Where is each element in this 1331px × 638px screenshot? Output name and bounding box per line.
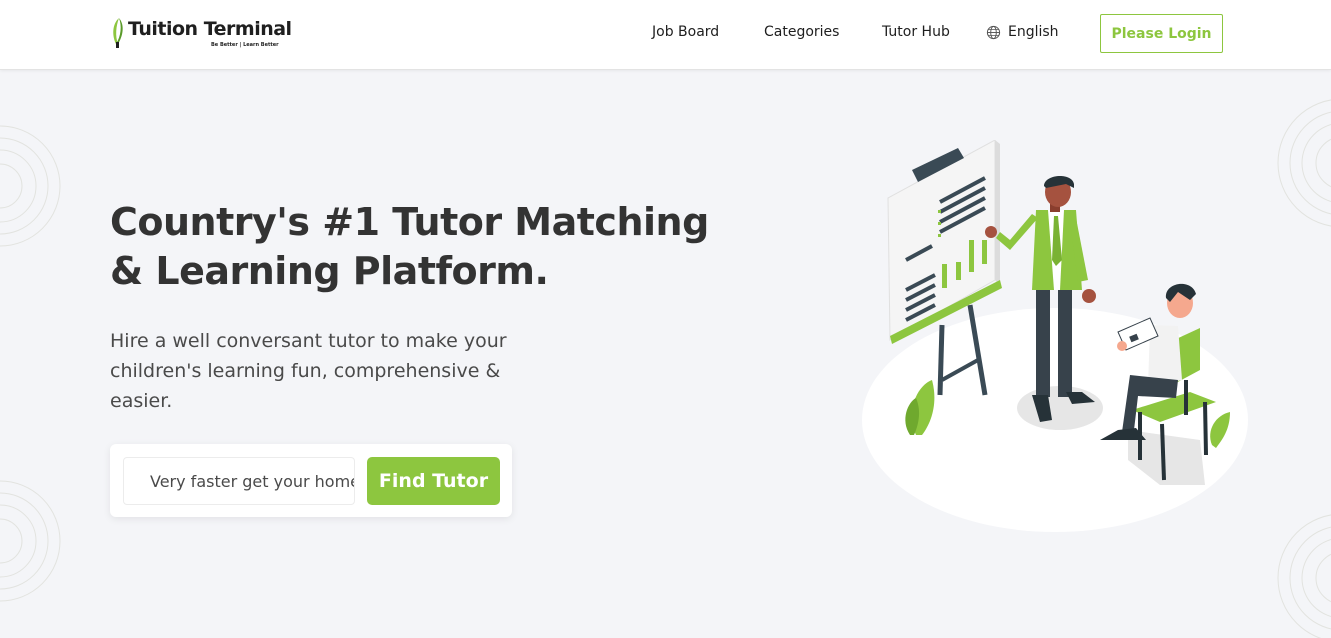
top-navbar: Tuition Terminal Be Better | Learn Bette…	[0, 0, 1331, 70]
tutor-search-input[interactable]	[123, 457, 355, 505]
hero-title: Country's #1 Tutor Matching & Learning P…	[110, 198, 730, 296]
decorative-circles-right-bottom	[1277, 514, 1331, 638]
decorative-circles-left-bottom	[0, 480, 61, 602]
tutor-search-card: Find Tutor	[110, 444, 512, 517]
globe-icon	[986, 25, 1001, 39]
language-label: English	[1008, 24, 1059, 40]
tutor-illustration	[862, 140, 1248, 532]
decorative-circles-right-top	[1277, 99, 1331, 227]
find-tutor-button[interactable]: Find Tutor	[367, 457, 500, 505]
nav-categories[interactable]: Categories	[764, 24, 839, 40]
nav-job-board[interactable]: Job Board	[652, 24, 719, 40]
brand-tagline: Be Better | Learn Better	[211, 42, 279, 48]
hero-title-line1: Country's #1 Tutor Matching	[110, 200, 709, 244]
leaf-icon	[113, 18, 123, 48]
login-button[interactable]: Please Login	[1100, 14, 1223, 53]
brand-name: Tuition Terminal	[128, 18, 292, 40]
brand-logo[interactable]: Tuition Terminal Be Better | Learn Bette…	[110, 14, 292, 54]
nav-tutor-hub[interactable]: Tutor Hub	[882, 24, 950, 40]
language-selector[interactable]: English	[986, 24, 1059, 40]
decorative-circles-left-top	[0, 125, 61, 247]
hero-subtitle: Hire a well conversant tutor to make you…	[110, 330, 507, 412]
hero-title-line2: & Learning Platform.	[110, 249, 549, 293]
